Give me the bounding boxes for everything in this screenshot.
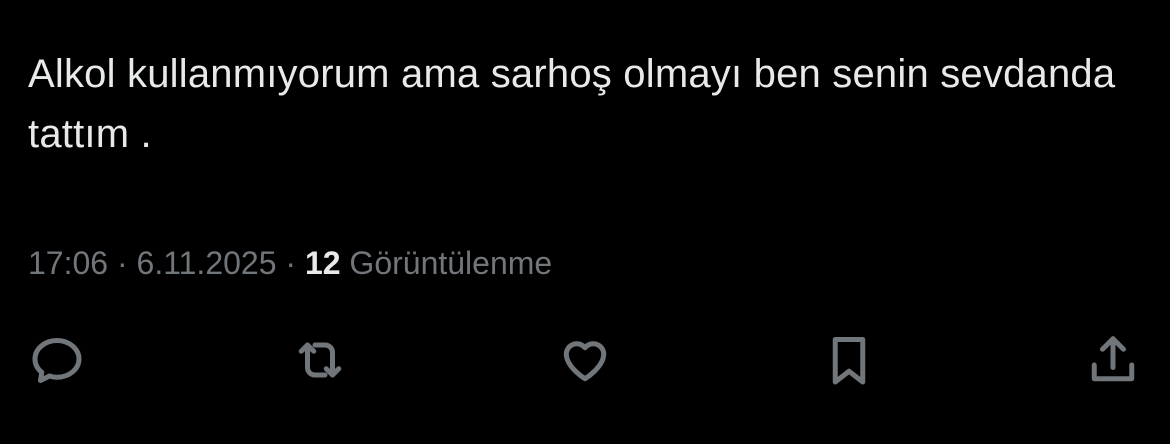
tweet-meta: 17:06 · 6.11.2025 · 12 Görüntülenme	[28, 243, 552, 283]
tweet-date[interactable]: 6.11.2025	[137, 245, 277, 281]
reply-icon	[32, 338, 82, 383]
like-icon	[563, 341, 607, 382]
bookmark-icon	[832, 337, 866, 385]
retweet-button[interactable]	[290, 330, 350, 390]
action-bar	[0, 330, 1170, 390]
reply-button[interactable]	[27, 330, 87, 390]
meta-separator: ·	[276, 245, 305, 281]
bookmark-button[interactable]	[819, 330, 879, 390]
retweet-icon	[298, 342, 342, 378]
share-button[interactable]	[1083, 330, 1143, 390]
views-count[interactable]: 12	[305, 245, 341, 281]
views-label[interactable]: Görüntülenme	[341, 245, 552, 281]
tweet-time[interactable]: 17:06	[28, 245, 108, 281]
tweet-text: Alkol kullanmıyorum ama sarhoş olmayı be…	[28, 52, 1116, 156]
meta-separator: ·	[108, 245, 137, 281]
like-button[interactable]	[555, 330, 615, 390]
share-icon	[1091, 336, 1135, 382]
